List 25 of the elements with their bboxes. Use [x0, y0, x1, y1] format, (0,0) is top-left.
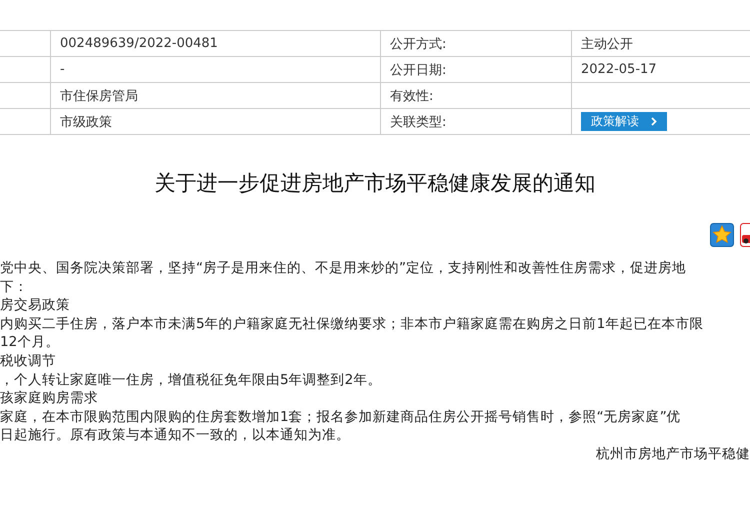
- field-label: 公开日期:: [390, 62, 446, 78]
- body-text: 党中央、国务院决策部署，坚持“房子是用来住的、不是用来炒的”定位，支持刚性和改善性住房需求，促进房地: [0, 259, 688, 278]
- body-text: 下：: [0, 278, 29, 296]
- body-text: 孩家庭购房需求: [0, 389, 99, 408]
- page-title: 关于进一步促进房地产市场平稳健康发展的通知: [154, 170, 596, 197]
- field-label: 关联类型:: [390, 114, 446, 130]
- field-label: 有效性:: [390, 88, 434, 104]
- table-cell: 市住保房管局: [60, 88, 138, 104]
- policy-interpretation-button[interactable]: 政策解读: [581, 112, 667, 131]
- body-text: ，个人转让家庭唯一住房，增值税征免年限由5年调整到2年。: [0, 370, 382, 390]
- chevron-right-icon: [651, 117, 657, 126]
- body-text: 日起施行。原有政策与本通知不一致的，以本通知为准。: [0, 426, 351, 445]
- body-text: 房交易政策: [0, 296, 71, 315]
- body-text: 家庭，在本市限购范围内限购的住房套数增加1套；报名参加新建商品住房公开摇号销售时，参照“无房家庭”优: [0, 408, 682, 426]
- app-icon[interactable]: [740, 223, 750, 247]
- field-label: 公开方式:: [390, 36, 446, 52]
- table-cell: 002489639/2022-00481: [60, 36, 218, 51]
- signature-text: 杭州市房地产市场平稳健: [595, 444, 750, 464]
- table-cell: 市级政策: [60, 114, 112, 130]
- table-cell: -: [60, 62, 65, 77]
- table-cell: 主动公开: [581, 36, 633, 52]
- table-cell: 2022-05-17: [581, 62, 657, 77]
- body-text: 内购买二手住房，落户本市未满5年的户籍家庭无社保缴纳要求；非本市户籍家庭需在购房之日前1年起已在本市限: [0, 314, 704, 334]
- body-text: 税收调节: [0, 352, 57, 371]
- body-text: 12个月。: [0, 333, 60, 352]
